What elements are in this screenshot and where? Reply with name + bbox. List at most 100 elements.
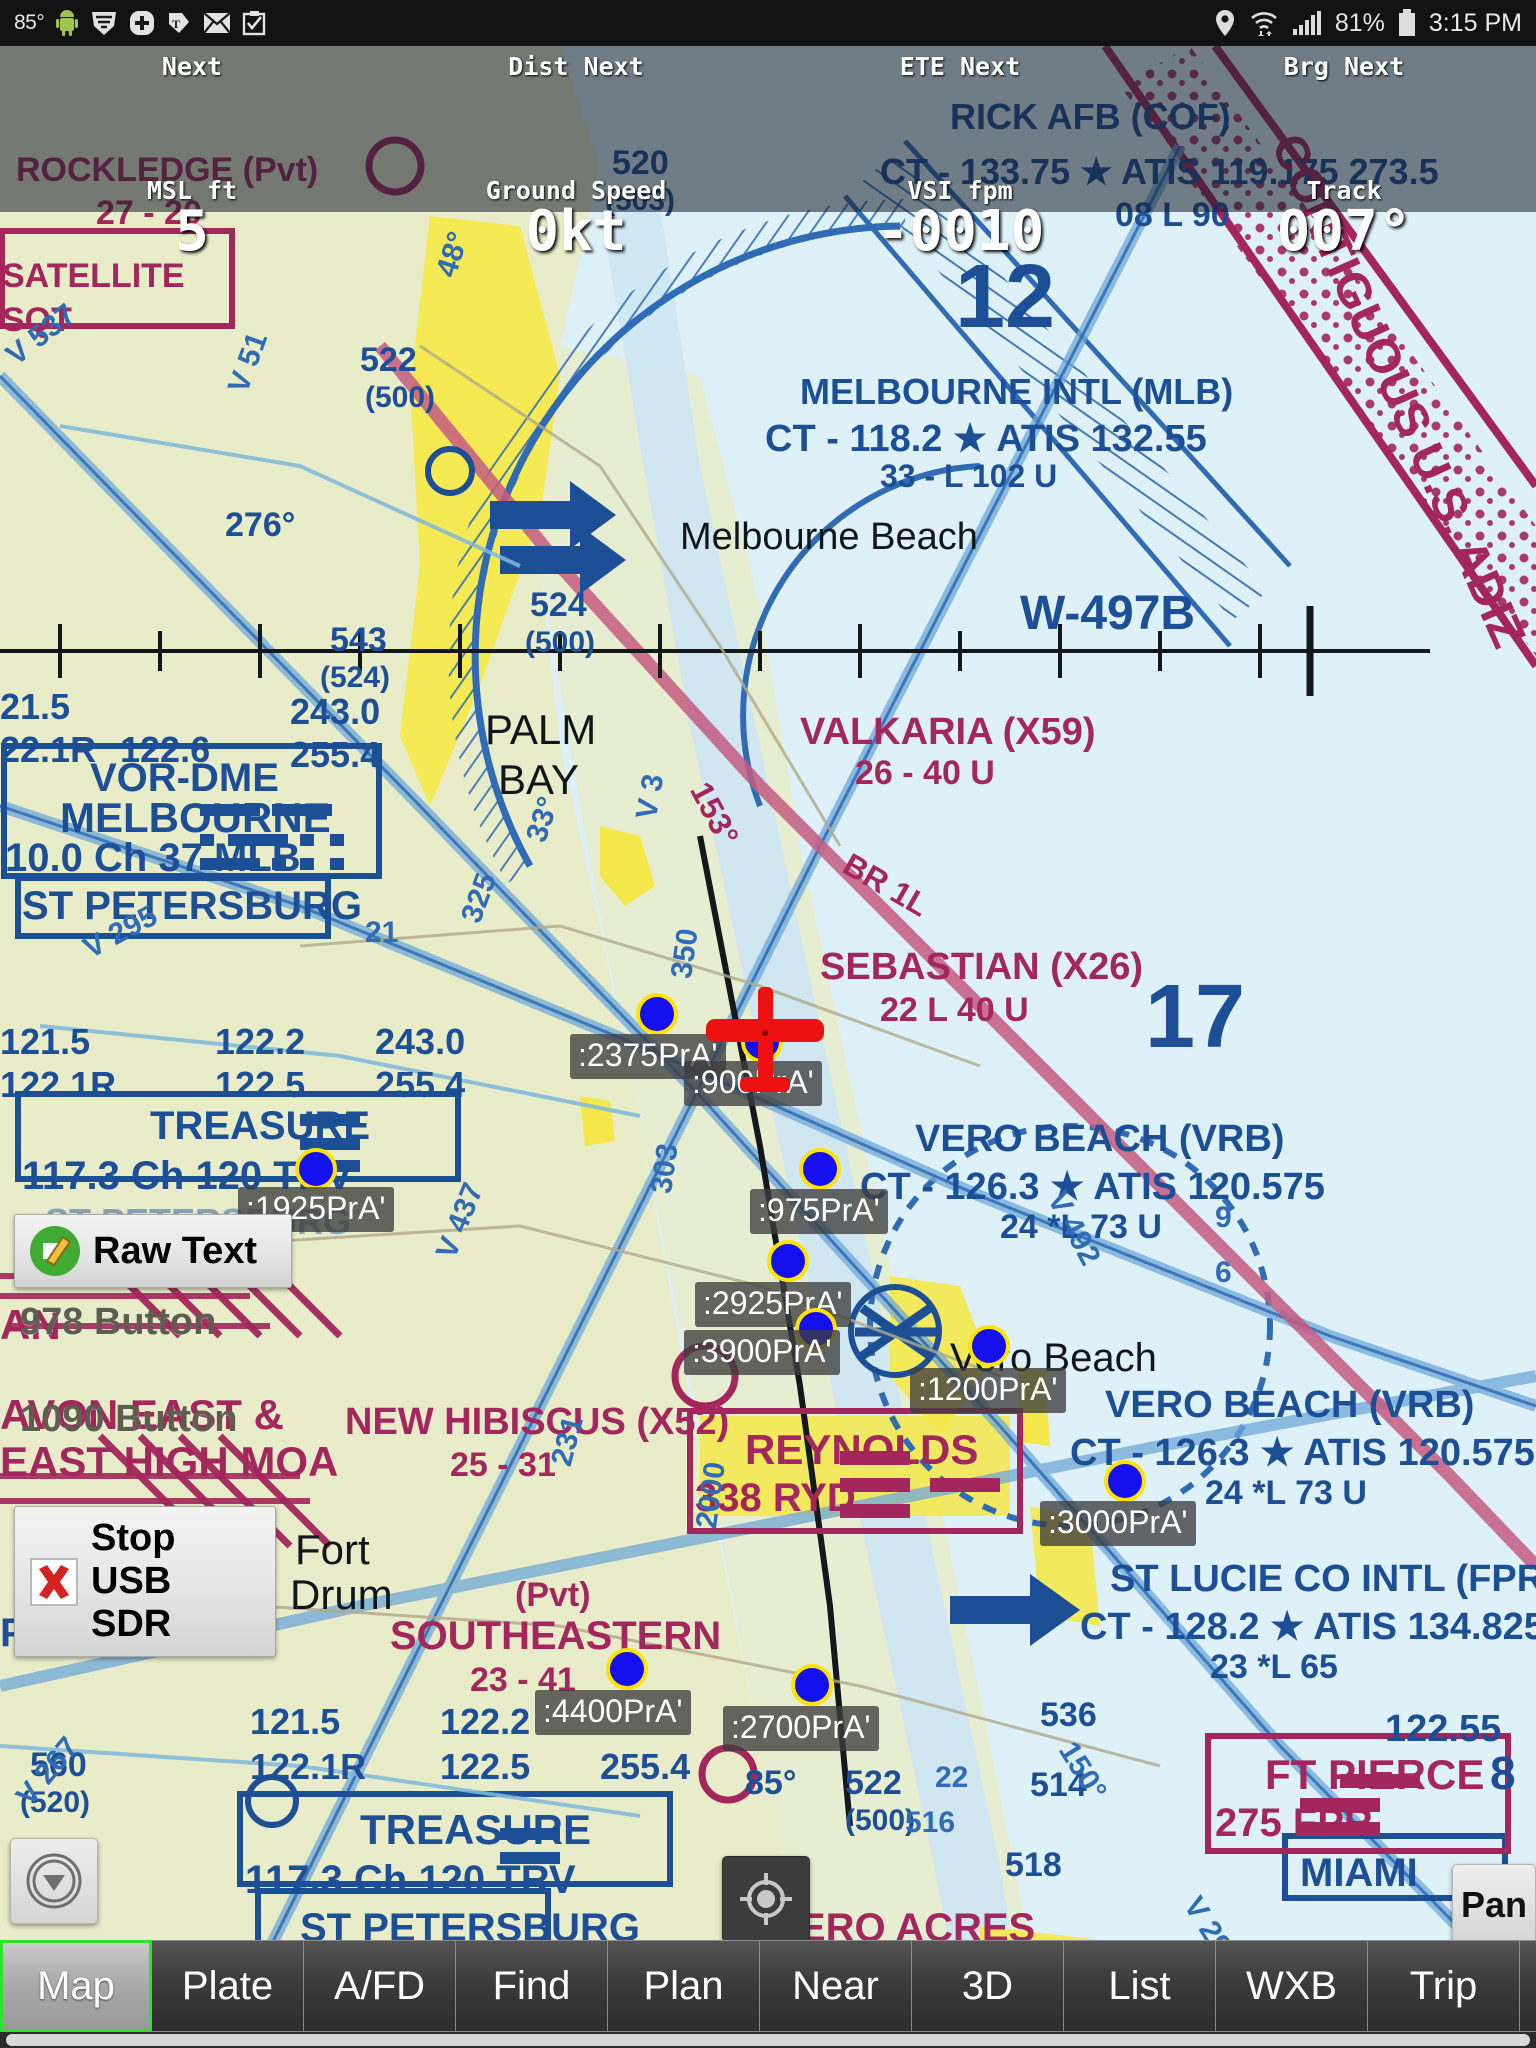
chart-label: 543 bbox=[330, 621, 387, 659]
chart-label: VERO BEACH (VRB) bbox=[915, 1118, 1285, 1160]
raw-text-button[interactable]: Raw Text bbox=[14, 1214, 292, 1288]
chart-label: Melbourne Beach bbox=[680, 516, 978, 558]
chart-label: 23 *L 65 bbox=[1210, 1648, 1338, 1686]
chart-label: TREASURE bbox=[150, 1104, 371, 1148]
sectional-chart-map[interactable]: ROCKLEDGE (Pvt)27 - 20RICK AFB (COF)CT -… bbox=[0, 46, 1536, 2048]
label-tag-icon: T bbox=[166, 10, 192, 36]
wifi-shield-icon bbox=[90, 10, 118, 36]
raw-text-label: Raw Text bbox=[93, 1229, 258, 1272]
avare-map-screen: ROCKLEDGE (Pvt)27 - 20RICK AFB (COF)CT -… bbox=[0, 0, 1536, 2048]
traffic-target-dot[interactable] bbox=[791, 1664, 833, 1706]
traffic-target-dot[interactable] bbox=[767, 1240, 809, 1282]
data-field-label: ETE Next bbox=[899, 52, 1021, 81]
tab-label: Plate bbox=[181, 1963, 274, 2008]
chart-label: VERO BEACH (VRB) bbox=[1105, 1384, 1475, 1426]
chart-label: MIAMI bbox=[1300, 1851, 1418, 1895]
traffic-target-dot[interactable] bbox=[968, 1325, 1010, 1367]
chart-label: 8 bbox=[1490, 1747, 1516, 1799]
traffic-altitude-label: :1200PrA' bbox=[910, 1368, 1066, 1413]
chart-label: 122.2 bbox=[215, 1021, 306, 1062]
tab-label: 3D bbox=[961, 1963, 1014, 2008]
chart-label: CT - 126.3 ★ ATIS 120.575 bbox=[860, 1166, 1325, 1208]
chart-label: ST PETERSBURG bbox=[22, 884, 363, 928]
bottom-tab-bar[interactable]: Map Plate A/FD Find Plan Near 3D List WXB Trip To bbox=[0, 1940, 1536, 2048]
chart-label: 9 bbox=[1215, 1201, 1232, 1234]
android-status-bar: 85° T 81% 3:15 PM bbox=[0, 0, 1536, 46]
chart-label: 122.55 bbox=[1385, 1708, 1502, 1750]
chart-label: PALM bbox=[485, 706, 597, 753]
chart-label: TREASURE bbox=[360, 1806, 592, 1853]
chart-label: MELBOURNE bbox=[60, 794, 331, 841]
flight-data-panel: Next Dist Next ETE Next Brg Next MSL ft Grou… bbox=[0, 46, 1536, 260]
chart-label: ST LUCIE CO INTL (FPR) bbox=[1110, 1558, 1536, 1600]
status-bar-left: 85° T bbox=[14, 10, 266, 36]
chart-label: 17 bbox=[1145, 967, 1246, 1067]
tab-3d[interactable]: 3D bbox=[912, 1940, 1064, 2032]
tab-label: List bbox=[1108, 1963, 1171, 2008]
traffic-target-dot[interactable] bbox=[295, 1148, 337, 1190]
tab-label: Trip bbox=[1409, 1963, 1478, 2008]
1090-button[interactable]: 1090 Button bbox=[20, 1398, 237, 1441]
chart-label: Fort bbox=[295, 1526, 370, 1573]
chart-label: 275 FPR bbox=[1215, 1801, 1373, 1845]
pan-button-label: Pan bbox=[1460, 1884, 1528, 1925]
tab-plate[interactable]: Plate bbox=[152, 1940, 304, 2032]
1090-button-label: 1090 Button bbox=[20, 1398, 238, 1440]
tab-wxb[interactable]: WXB bbox=[1216, 1940, 1368, 2032]
stop-usb-sdr-label: Stop USB SDR bbox=[91, 1517, 176, 1645]
crosshair-target-icon bbox=[736, 1869, 796, 1929]
chart-label: 522 bbox=[360, 341, 417, 379]
tab-map[interactable]: Map bbox=[0, 1940, 152, 2032]
tab-plan[interactable]: Plan bbox=[608, 1940, 760, 2032]
chart-label: 255.4 bbox=[290, 734, 381, 775]
chart-label: CT - 118.2 ★ ATIS 132.55 bbox=[765, 418, 1207, 460]
edit-note-icon bbox=[29, 1225, 81, 1277]
traffic-target-dot[interactable] bbox=[606, 1648, 648, 1690]
chart-label: 350 bbox=[665, 926, 705, 981]
chart-label: 22 bbox=[935, 1761, 969, 1794]
chart-label: 122.5 bbox=[215, 1064, 306, 1105]
chart-label: 22 L 40 U bbox=[880, 991, 1029, 1029]
tab-find[interactable]: Find bbox=[456, 1940, 608, 2032]
tab-label: A/FD bbox=[333, 1963, 426, 2008]
chart-label: 24 *L 73 U bbox=[1205, 1474, 1367, 1512]
chart-label: 255.4 bbox=[375, 1064, 466, 1105]
data-panel-top-row: Next Dist Next ETE Next Brg Next bbox=[0, 52, 1536, 81]
center-gps-button[interactable] bbox=[722, 1856, 810, 1942]
traffic-target-dot[interactable] bbox=[1104, 1460, 1146, 1502]
expand-toolbar-button[interactable] bbox=[10, 1838, 98, 1924]
chart-label: 121.5 bbox=[0, 1021, 91, 1062]
chart-label: (524) bbox=[320, 661, 391, 694]
tab-bar-scrollbar[interactable] bbox=[6, 2034, 1530, 2046]
tab-to[interactable]: To bbox=[1520, 1940, 1536, 2032]
978-button[interactable]: 978 Button bbox=[20, 1301, 216, 1344]
traffic-target-dot[interactable] bbox=[799, 1148, 841, 1190]
tab-label: Near bbox=[792, 1963, 879, 2008]
chart-label: 121.5 bbox=[250, 1701, 341, 1742]
plus-circle-icon bbox=[129, 10, 155, 36]
chart-label: 33 - L 102 U bbox=[880, 458, 1058, 494]
tab-list[interactable]: List bbox=[1064, 1940, 1216, 2032]
traffic-target-dot[interactable] bbox=[636, 993, 678, 1035]
chart-label: 536 bbox=[1040, 1696, 1097, 1734]
red-x-icon bbox=[29, 1557, 79, 1607]
aircraft-icon bbox=[706, 987, 824, 1092]
data-field-label: Dist Next bbox=[508, 52, 644, 81]
tab-label: Find bbox=[492, 1963, 571, 2008]
chart-label: (500) bbox=[365, 381, 436, 414]
stop-usb-sdr-button[interactable]: Stop USB SDR bbox=[14, 1506, 276, 1657]
traffic-altitude-label: :975PrA' bbox=[750, 1189, 888, 1234]
pan-button[interactable]: Pan bbox=[1452, 1864, 1536, 1946]
cell-signal-icon bbox=[1292, 10, 1322, 36]
data-panel-bottom-values: 5 0kt -0010 007° bbox=[0, 204, 1536, 260]
data-field-value: 007° bbox=[1276, 199, 1412, 264]
chart-label: EAST HIGH MOA bbox=[0, 1438, 339, 1485]
chart-label: MELBOURNE INTL (MLB) bbox=[800, 371, 1234, 412]
tab-near[interactable]: Near bbox=[760, 1940, 912, 2032]
battery-percent: 81% bbox=[1334, 8, 1385, 37]
chart-label: 255.4 bbox=[600, 1746, 691, 1787]
tab-a-fd[interactable]: A/FD bbox=[304, 1940, 456, 2032]
chart-label: (Pvt) bbox=[515, 1576, 591, 1614]
tab-trip[interactable]: Trip bbox=[1368, 1940, 1520, 2032]
chart-label: 122.1R bbox=[250, 1746, 367, 1787]
